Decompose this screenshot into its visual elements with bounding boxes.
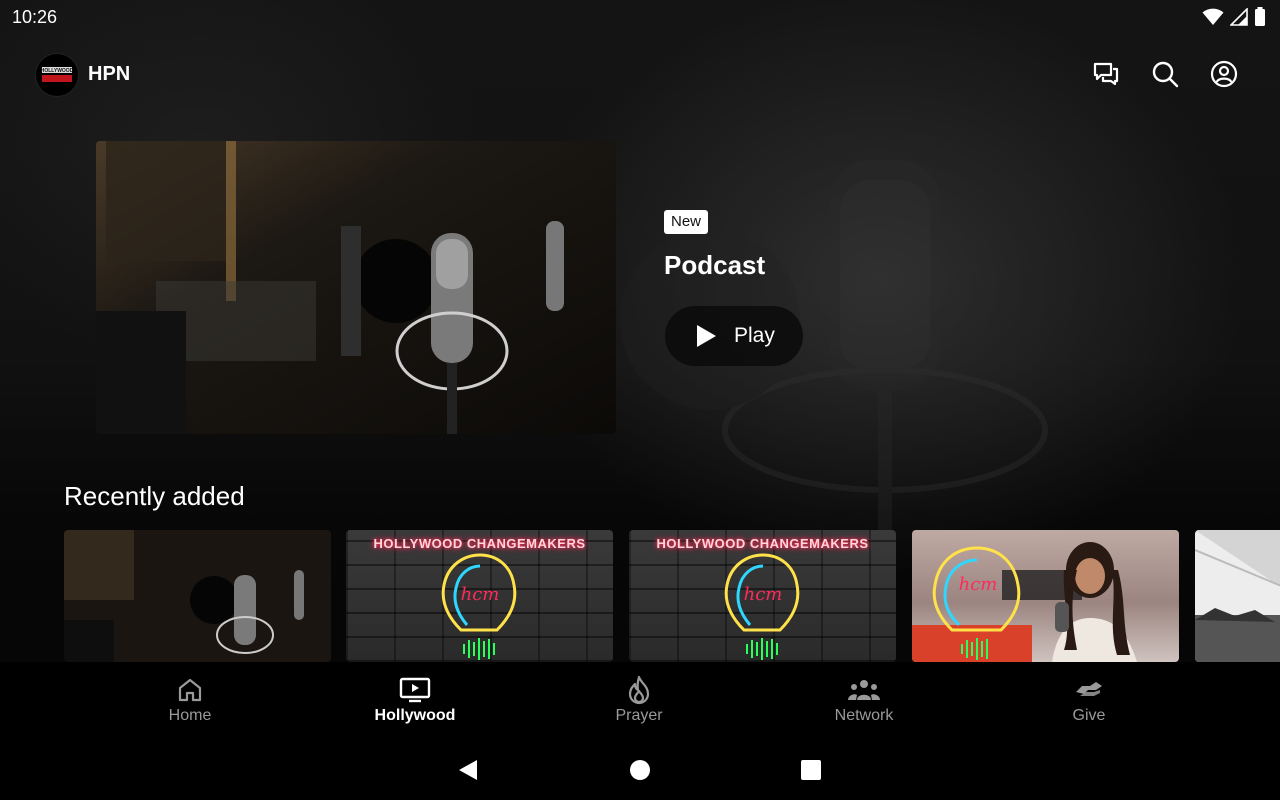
guest-thumbnail: hcm: [912, 542, 1137, 662]
status-icons: [1202, 7, 1266, 27]
bulb-text: hcm: [959, 574, 998, 595]
content-card[interactable]: [1195, 530, 1280, 662]
content-card[interactable]: [64, 530, 331, 662]
home-icon: [178, 678, 202, 702]
logo-mark: HOLLYWOOD: [40, 64, 74, 86]
top-app-bar: HOLLYWOOD HPN: [0, 50, 1280, 102]
bottom-navigation: Home Hollywood Prayer Network Give: [0, 662, 1280, 738]
system-back-button[interactable]: [454, 756, 482, 784]
account-icon: [1210, 60, 1238, 88]
tv-icon: [399, 677, 431, 703]
nav-label-give: Give: [1072, 707, 1106, 724]
chat-icon: [1093, 62, 1119, 86]
status-bar: 10:26: [0, 0, 1280, 34]
home-circle-icon: [630, 760, 650, 780]
chat-button[interactable]: [1091, 59, 1121, 89]
hero-title: Podcast: [664, 250, 766, 280]
handshake-icon: [1076, 682, 1102, 696]
nav-item-home[interactable]: Home: [130, 662, 250, 738]
app-title: HPN: [88, 63, 131, 85]
search-button[interactable]: [1150, 59, 1180, 89]
search-icon: [1152, 61, 1179, 88]
recently-added-carousel[interactable]: HOLLYWOOD CHANGEMAKERS hcm HOLLYWOOD CHA…: [64, 530, 1280, 662]
landscape-thumbnail: [1195, 530, 1280, 662]
app-logo[interactable]: HOLLYWOOD: [35, 53, 79, 97]
play-label: Play: [734, 324, 775, 347]
podcast-microphone-image: [96, 141, 616, 434]
system-recents-button[interactable]: [797, 756, 825, 784]
new-badge: New: [664, 210, 709, 234]
neon-bulb-icon: hcm: [724, 553, 800, 660]
nav-item-network[interactable]: Network: [804, 662, 924, 738]
people-icon: [848, 680, 880, 700]
app-screen: 10:26 HOLLYWOOD HPN New Podcast Play Rec…: [0, 0, 1280, 800]
wifi-icon: [1202, 8, 1224, 25]
play-button[interactable]: Play: [665, 306, 803, 366]
recently-added-title: Recently added: [64, 481, 245, 511]
nav-label-home: Home: [168, 707, 212, 724]
content-card[interactable]: hcm: [912, 530, 1179, 662]
hero-image[interactable]: [96, 141, 616, 434]
nav-label-hollywood: Hollywood: [374, 707, 456, 724]
recents-icon: [801, 760, 821, 780]
svg-text:HOLLYWOOD: HOLLYWOOD: [41, 68, 74, 74]
nav-item-prayer[interactable]: Prayer: [579, 662, 699, 738]
content-card[interactable]: HOLLYWOOD CHANGEMAKERS hcm: [629, 530, 896, 662]
flame-icon: [628, 675, 650, 705]
nav-label-prayer: Prayer: [615, 707, 663, 724]
nav-item-hollywood[interactable]: Hollywood: [355, 662, 475, 738]
battery-icon: [1255, 7, 1265, 26]
neon-bulb-icon: hcm: [441, 553, 517, 660]
back-icon: [459, 760, 477, 780]
podcast-microphone-thumbnail: [64, 530, 331, 662]
system-home-button[interactable]: [626, 756, 654, 784]
nav-label-network: Network: [834, 707, 894, 724]
content-card[interactable]: HOLLYWOOD CHANGEMAKERS hcm: [346, 530, 613, 662]
system-navigation-bar: [0, 738, 1280, 800]
account-button[interactable]: [1209, 59, 1239, 89]
bulb-text: hcm: [744, 584, 783, 605]
signal-icon: [1230, 8, 1248, 26]
bulb-text: hcm: [461, 584, 500, 605]
play-icon: [697, 325, 716, 347]
nav-item-give[interactable]: Give: [1029, 662, 1149, 738]
status-time: 10:26: [12, 6, 58, 27]
